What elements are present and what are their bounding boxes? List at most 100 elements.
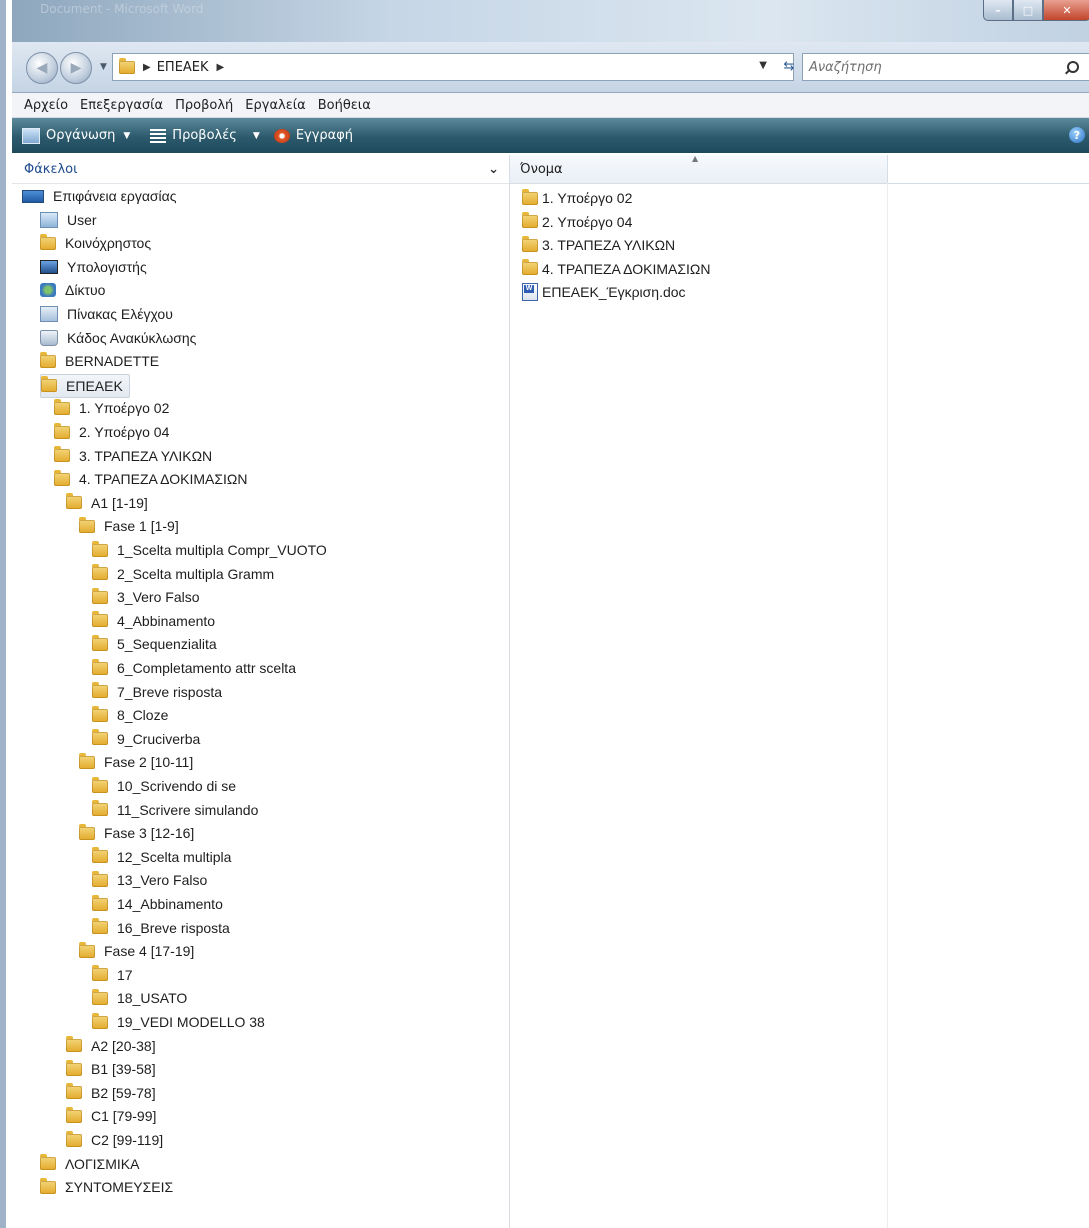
tree-item[interactable]: 7_Breve risposta — [92, 681, 222, 703]
tree-item-label: Fase 3 [12-16] — [104, 825, 195, 842]
column-header-name[interactable]: Όνομα ▲ — [510, 154, 888, 184]
tree-item[interactable]: Fase 2 [10-11] — [79, 751, 193, 773]
tree-item[interactable]: 18_USATO — [92, 987, 187, 1009]
search-input[interactable]: Αναζήτηση — [802, 53, 1089, 81]
tree-item[interactable]: 1_Scelta multipla Compr_VUOTO — [92, 539, 327, 561]
tree-item[interactable]: C1 [79-99] — [66, 1105, 156, 1127]
tree-item[interactable]: 2_Scelta multipla Gramm — [92, 563, 274, 585]
tree-item[interactable]: 17 — [92, 964, 133, 986]
tree-item-label: 1_Scelta multipla Compr_VUOTO — [117, 542, 327, 558]
organize-button[interactable]: Οργάνωση ▼ — [22, 127, 130, 144]
tree-item[interactable]: C2 [99-119] — [66, 1129, 163, 1151]
tree-item[interactable]: 14_Abbinamento — [92, 893, 223, 915]
tree-item[interactable]: 3. ΤΡΑΠΕΖΑ ΥΛΙΚΩΝ — [54, 445, 212, 467]
tree-item[interactable]: 2. Υποέργο 04 — [54, 421, 169, 443]
tree-item[interactable]: 11_Scrivere simulando — [92, 799, 258, 821]
tree-item-label: Fase 1 [1-9] — [104, 518, 179, 535]
organize-icon — [22, 127, 40, 144]
tree-item[interactable]: Κάδος Ανακύκλωσης — [40, 327, 196, 349]
tree-item[interactable]: 4_Abbinamento — [92, 610, 215, 632]
file-list-item[interactable]: 2. Υποέργο 04 — [522, 211, 632, 233]
tree-item[interactable]: 16_Breve risposta — [92, 917, 230, 939]
tree-item-label: C2 [99-119] — [91, 1132, 164, 1148]
tree-item[interactable]: 1. Υποέργο 02 — [54, 397, 169, 419]
help-button[interactable]: ? — [1069, 127, 1085, 143]
menu-view[interactable]: Προβολή — [169, 98, 239, 113]
tree-item-selected[interactable]: ΕΠΕΑΕΚ — [40, 373, 130, 398]
folders-pane-header[interactable]: Φάκελοι ⌄ — [12, 155, 509, 184]
tree-item[interactable]: Δίκτυο — [40, 279, 105, 301]
title-bar[interactable]: Document - Microsoft Word – □ ✕ — [12, 0, 1089, 42]
organize-label: Οργάνωση — [46, 128, 116, 143]
tree-item[interactable]: 19_VEDI MODELLO 38 — [92, 1011, 265, 1033]
menu-tools[interactable]: Εργαλεία — [239, 98, 311, 113]
tree-item[interactable]: 8_Cloze — [92, 704, 168, 726]
tree-item[interactable]: Fase 1 [1-9] — [79, 515, 179, 537]
search-icon[interactable] — [1067, 61, 1079, 73]
close-button[interactable]: ✕ — [1043, 0, 1089, 21]
file-name: 1. Υποέργο 02 — [542, 190, 633, 206]
tree-item-label: 4. ΤΡΑΠΕΖΑ ΔΟΚΙΜΑΣΙΩΝ — [79, 471, 248, 488]
tree-item[interactable]: B2 [59-78] — [66, 1082, 156, 1104]
explorer-window: Document - Microsoft Word – □ ✕ ◀ ▶ ▼ ▶ … — [0, 0, 1089, 1228]
tree-item-label: 13_Vero Falso — [117, 872, 208, 889]
menu-edit[interactable]: Επεξεργασία — [74, 98, 169, 113]
file-list-item[interactable]: 4. ΤΡΑΠΕΖΑ ΔΟΚΙΜΑΣΙΩΝ — [522, 258, 710, 280]
breadcrumb-separator-icon[interactable]: ▶ — [143, 62, 151, 73]
tree-item[interactable]: 4. ΤΡΑΠΕΖΑ ΔΟΚΙΜΑΣΙΩΝ — [54, 468, 247, 490]
menu-help[interactable]: Βοήθεια — [312, 98, 377, 113]
tree-item[interactable]: B1 [39-58] — [66, 1058, 156, 1080]
refresh-button[interactable]: ⇆ — [776, 52, 802, 80]
folder-icon — [66, 1083, 82, 1100]
column-divider — [887, 183, 888, 1228]
tree-item[interactable]: A1 [1-19] — [66, 492, 148, 514]
tree-item[interactable]: Επιφάνεια εργασίας — [22, 185, 177, 207]
computer-icon — [40, 259, 58, 274]
tree-item[interactable]: 9_Cruciverba — [92, 728, 200, 750]
tree-item[interactable]: A2 [20-38] — [66, 1035, 156, 1057]
address-bar[interactable]: ▶ ΕΠΕΑΕΚ ▶ ▼ — [112, 53, 794, 81]
folder-icon — [79, 516, 95, 533]
tree-item[interactable]: User — [40, 209, 97, 231]
forward-button[interactable]: ▶ — [60, 52, 92, 84]
tree-item[interactable]: 13_Vero Falso — [92, 869, 207, 891]
tree-item-label: BERNADETTE — [65, 353, 160, 370]
tree-item[interactable]: 5_Sequenzialita — [92, 633, 217, 655]
tree-item[interactable]: ΛΟΓΙΣΜΙΚΑ — [40, 1153, 139, 1175]
file-name: ΕΠΕΑΕΚ_Έγκριση.doc — [542, 284, 686, 301]
burn-button[interactable]: Εγγραφή — [273, 128, 353, 143]
control-panel-icon — [40, 306, 58, 322]
folder-icon — [522, 188, 538, 205]
tree-item[interactable]: BERNADETTE — [40, 350, 159, 372]
file-name: 2. Υποέργο 04 — [542, 213, 633, 230]
tree-item-label: Fase 2 [10-11] — [104, 754, 194, 771]
address-dropdown-icon[interactable]: ▼ — [759, 60, 767, 71]
minimize-button[interactable]: – — [983, 0, 1013, 21]
tree-item[interactable]: 3_Vero Falso — [92, 586, 200, 608]
tree-item-label: 19_VEDI MODELLO 38 — [117, 1014, 265, 1030]
tree-item[interactable]: Fase 3 [12-16] — [79, 822, 194, 844]
views-icon — [150, 128, 167, 143]
maximize-button[interactable]: □ — [1013, 0, 1043, 21]
tree-item[interactable]: ΣΥΝΤΟΜΕΥΣΕΙΣ — [40, 1176, 173, 1198]
tree-item[interactable]: 12_Scelta multipla — [92, 846, 231, 868]
tree-item[interactable]: Κοινόχρηστος — [40, 232, 151, 254]
tree-item[interactable]: 10_Scrivendo di se — [92, 775, 236, 797]
tree-item[interactable]: Πίνακας Ελέγχου — [40, 303, 173, 325]
file-list-item[interactable]: 1. Υποέργο 02 — [522, 187, 632, 209]
menu-file[interactable]: Αρχείο — [18, 98, 74, 113]
file-list-item[interactable]: ΕΠΕΑΕΚ_Έγκριση.doc — [522, 281, 686, 303]
tree-item[interactable]: Υπολογιστής — [40, 256, 147, 278]
breadcrumb-separator-icon[interactable]: ▶ — [217, 62, 225, 73]
back-button[interactable]: ◀ — [26, 52, 58, 84]
recent-pages-dropdown[interactable]: ▼ — [100, 62, 107, 72]
folder-icon — [92, 965, 108, 982]
chevron-down-icon[interactable]: ⌄ — [488, 162, 499, 177]
tree-item-label: 3_Vero Falso — [117, 589, 200, 606]
folder-icon — [54, 469, 70, 486]
tree-item[interactable]: Fase 4 [17-19] — [79, 940, 194, 962]
tree-item[interactable]: 6_Completamento attr scelta — [92, 657, 296, 679]
file-list-item[interactable]: 3. ΤΡΑΠΕΖΑ ΥΛΙΚΩΝ — [522, 234, 675, 256]
breadcrumb-item[interactable]: ΕΠΕΑΕΚ — [157, 60, 209, 75]
views-button[interactable]: Προβολές ▼ — [150, 128, 260, 143]
